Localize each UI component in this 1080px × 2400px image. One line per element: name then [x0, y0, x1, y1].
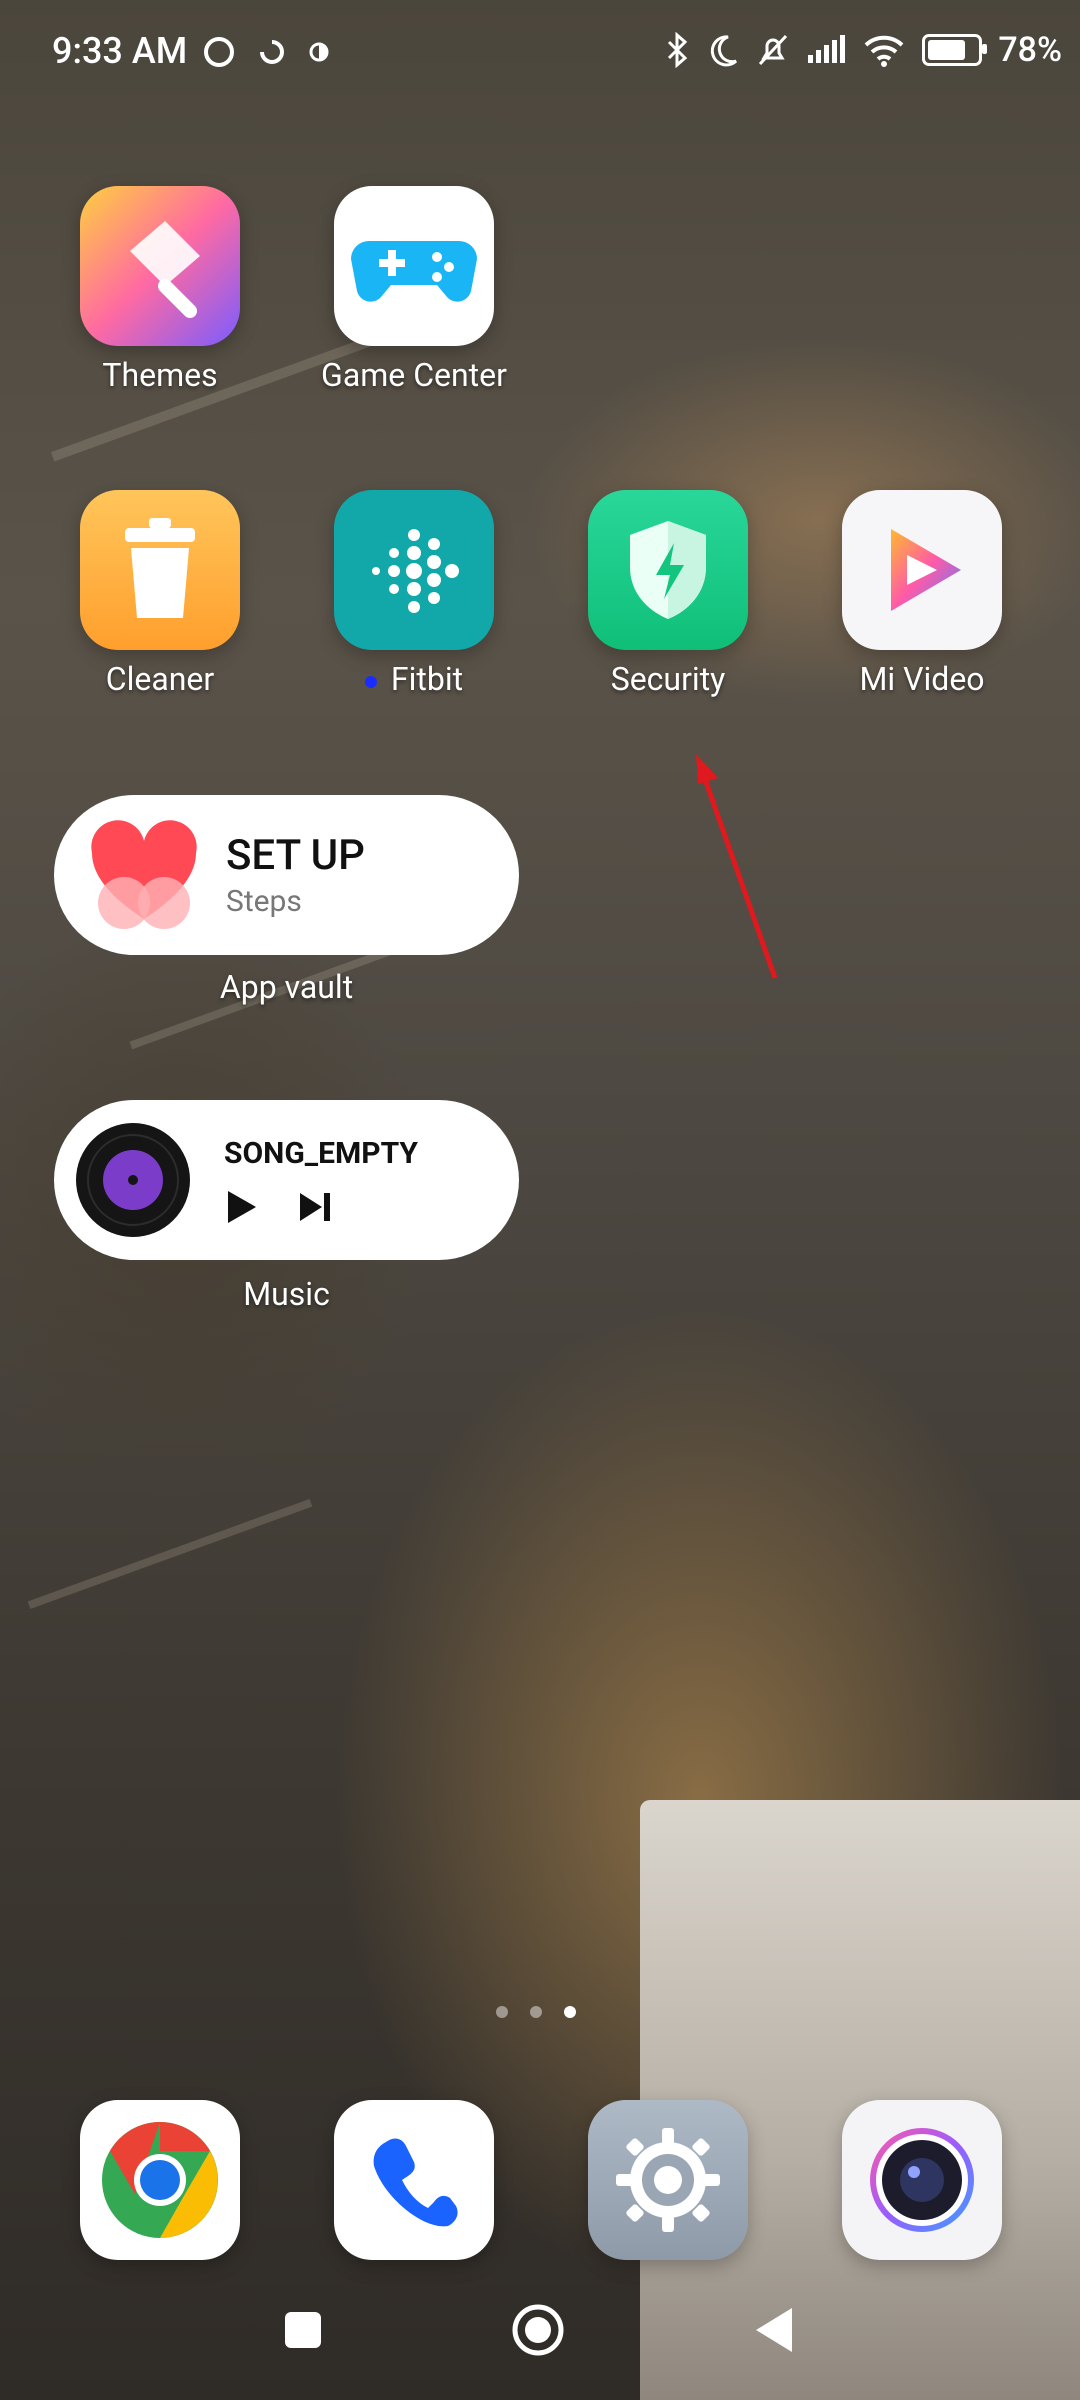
app-label-cleaner: Cleaner [105, 660, 215, 698]
status-left-icons [202, 34, 330, 70]
camera-icon [842, 2100, 1002, 2260]
annotation-arrow [696, 754, 778, 979]
dock-chrome[interactable] [50, 2100, 270, 2260]
page-dot-active[interactable] [564, 2006, 576, 2018]
game-center-icon [334, 186, 494, 346]
recents-button[interactable] [285, 2312, 321, 2348]
heart-icon [91, 820, 197, 929]
mi-video-icon [842, 490, 1002, 650]
play-icon[interactable] [224, 1189, 258, 1225]
themes-icon [80, 186, 240, 346]
song-title: SONG_EMPTY [224, 1135, 418, 1171]
chrome-icon [80, 2100, 240, 2260]
status-time: 9:33 AM [52, 30, 188, 72]
widget-title: SET UP [226, 831, 365, 880]
battery-icon [922, 34, 988, 66]
music-label: Music [243, 1275, 330, 1313]
app-themes[interactable]: Themes [50, 186, 270, 394]
app-vault-label: App vault [219, 968, 354, 1006]
battery-percent: 78% [998, 30, 1062, 70]
fitbit-icon [334, 490, 494, 650]
app-vault-steps-widget[interactable]: SET UP Steps [54, 795, 519, 955]
app-cleaner[interactable]: Cleaner [50, 490, 270, 698]
next-track-icon[interactable] [298, 1191, 332, 1223]
music-widget[interactable]: SONG_EMPTY [54, 1100, 519, 1260]
app-label-fitbit: Fitbit [304, 660, 524, 698]
cleaner-icon [80, 490, 240, 650]
status-right-icons: 78% [664, 30, 1062, 70]
page-indicator [496, 2006, 576, 2018]
page-dot[interactable] [530, 2006, 542, 2018]
notification-icon [204, 37, 234, 67]
dock-phone[interactable] [304, 2100, 524, 2260]
navigation-bar [0, 2290, 1080, 2380]
page-dot[interactable] [496, 2006, 508, 2018]
bluetooth-icon [668, 32, 688, 68]
widget-subtitle: Steps [226, 884, 302, 919]
dock-settings[interactable] [558, 2100, 778, 2260]
battery-fill [928, 40, 966, 60]
app-mi-video[interactable]: Mi Video [812, 490, 1032, 698]
settings-icon [588, 2100, 748, 2260]
back-button[interactable] [752, 2306, 796, 2354]
dock-camera[interactable] [812, 2100, 1032, 2260]
wifi-icon [864, 35, 904, 67]
status-bar: 9:33 AM 78% [0, 0, 1080, 110]
muted-bell-icon [759, 34, 788, 66]
sync-icon [260, 40, 284, 64]
phone-icon [334, 2100, 494, 2260]
app-game-center[interactable]: Game Center [304, 186, 524, 394]
home-button[interactable] [510, 2302, 566, 2358]
app-fitbit[interactable]: Fitbit [304, 490, 524, 698]
security-icon [588, 490, 748, 650]
app-security[interactable]: Security [558, 490, 778, 698]
app-label-security: Security [610, 660, 726, 698]
vinyl-record-icon [76, 1123, 190, 1237]
app-label-mi-video: Mi Video [859, 660, 985, 698]
app-label-themes: Themes [102, 356, 218, 394]
signal-icon [808, 35, 846, 63]
data-saver-icon [309, 42, 329, 62]
app-label-game-center: Game Center [321, 356, 507, 394]
moon-icon [711, 35, 738, 67]
